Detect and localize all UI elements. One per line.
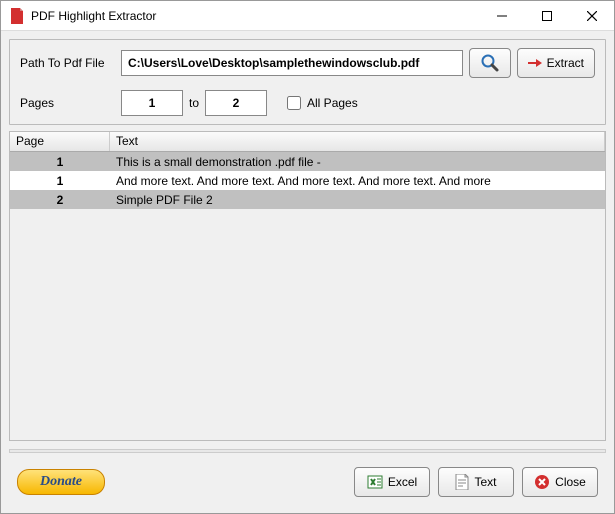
window-buttons [479,1,614,30]
arrow-right-icon [528,57,542,69]
minimize-button[interactable] [479,1,524,30]
cell-text: Simple PDF File 2 [110,193,605,207]
cell-page: 2 [10,193,110,207]
cell-text: This is a small demonstration .pdf file … [110,155,605,169]
cell-page: 1 [10,174,110,188]
all-pages-label: All Pages [307,96,358,110]
pages-label: Pages [20,96,115,110]
table-header: Page Text [10,132,605,152]
results-table: Page Text 1This is a small demonstration… [9,131,606,441]
close-button[interactable]: Close [522,467,598,497]
page-to-input[interactable] [205,90,267,116]
table-row[interactable]: 1This is a small demonstration .pdf file… [10,152,605,171]
close-icon [534,474,550,490]
input-panel: Path To Pdf File Extract Pages to [9,39,606,125]
donate-button[interactable]: Donate [17,469,105,495]
separator [9,449,606,453]
table-body: 1This is a small demonstration .pdf file… [10,152,605,440]
path-input[interactable] [121,50,463,76]
col-header-page[interactable]: Page [10,132,110,151]
table-row[interactable]: 1And more text. And more text. And more … [10,171,605,190]
path-row: Path To Pdf File Extract [20,48,595,78]
titlebar: PDF Highlight Extractor [1,1,614,31]
app-title: PDF Highlight Extractor [31,9,479,23]
excel-button-label: Excel [388,475,417,489]
close-window-button[interactable] [569,1,614,30]
to-label: to [189,96,199,110]
browse-button[interactable] [469,48,511,78]
page-from-input[interactable] [121,90,183,116]
app-window: PDF Highlight Extractor Path To Pdf File [0,0,615,514]
cell-text: And more text. And more text. And more t… [110,174,605,188]
cell-page: 1 [10,155,110,169]
excel-icon [367,474,383,490]
extract-button-label: Extract [547,56,584,70]
maximize-button[interactable] [524,1,569,30]
extract-button[interactable]: Extract [517,48,595,78]
excel-button[interactable]: Excel [354,467,430,497]
table-row[interactable]: 2Simple PDF File 2 [10,190,605,209]
magnifier-icon [480,53,500,73]
path-label: Path To Pdf File [20,56,115,70]
pages-row: Pages to All Pages [20,90,595,116]
all-pages-checkbox[interactable] [287,96,301,110]
footer-bar: Donate Excel Text Close [9,459,606,505]
text-file-icon [455,474,469,490]
content-area: Path To Pdf File Extract Pages to [1,31,614,513]
close-button-label: Close [555,475,586,489]
text-button-label: Text [474,475,496,489]
text-button[interactable]: Text [438,467,514,497]
app-icon [9,8,25,24]
col-header-text[interactable]: Text [110,132,605,151]
